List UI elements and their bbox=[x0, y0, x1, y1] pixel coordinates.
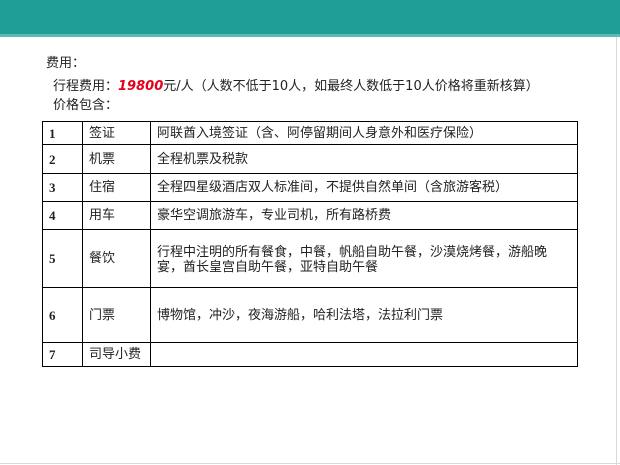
includes-heading: 价格包含： bbox=[53, 98, 119, 113]
table-row: 6 门票 博物馆，冲沙，夜海游船，哈利法塔，法拉利门票 bbox=[42, 287, 578, 343]
fee-line: 行程费用：19800元/人（人数不低于10人，如最终人数低于10人价格将重新核算… bbox=[53, 79, 539, 95]
table-row: 2 机票 全程机票及税款 bbox=[42, 144, 578, 174]
row-item: 用车 bbox=[82, 201, 151, 230]
slide-bottom-edge bbox=[0, 463, 620, 464]
row-number: 2 bbox=[42, 144, 83, 174]
row-item: 签证 bbox=[82, 121, 151, 145]
row-number: 6 bbox=[42, 287, 83, 343]
table-row: 1 签证 阿联酋入境签证（含、阿停留期间人身意外和医疗保险） bbox=[42, 121, 578, 145]
slide-right-edge bbox=[616, 37, 620, 465]
fee-heading: 费用： bbox=[46, 56, 86, 71]
row-detail: 全程四星级酒店双人标准间，不提供自然单间（含旅游客税） bbox=[150, 173, 578, 202]
fee-label: 行程费用： bbox=[53, 79, 119, 94]
table-row: 3 住宿 全程四星级酒店双人标准间，不提供自然单间（含旅游客税） bbox=[42, 173, 578, 202]
row-number: 4 bbox=[42, 201, 83, 230]
row-item: 门票 bbox=[82, 287, 151, 343]
row-number: 5 bbox=[42, 229, 83, 288]
table-row: 4 用车 豪华空调旅游车，专业司机，所有路桥费 bbox=[42, 201, 578, 230]
row-detail: 博物馆，冲沙，夜海游船，哈利法塔，法拉利门票 bbox=[150, 287, 578, 343]
fee-amount: 19800 bbox=[118, 79, 164, 94]
row-item: 餐饮 bbox=[82, 229, 151, 288]
row-item: 司导小费 bbox=[82, 342, 151, 367]
header-band bbox=[0, 0, 620, 37]
row-item: 住宿 bbox=[82, 173, 151, 202]
row-detail: 豪华空调旅游车，专业司机，所有路桥费 bbox=[150, 201, 578, 230]
table-row: 7 司导小费 bbox=[42, 342, 578, 367]
row-number: 7 bbox=[42, 342, 83, 367]
fee-note: 元/人（人数不低于10人，如最终人数低于10人价格将重新核算） bbox=[163, 79, 539, 94]
row-number: 3 bbox=[42, 173, 83, 202]
row-detail bbox=[150, 342, 578, 367]
row-detail: 阿联酋入境签证（含、阿停留期间人身意外和医疗保险） bbox=[150, 121, 578, 145]
row-number: 1 bbox=[42, 121, 83, 145]
table-row: 5 餐饮 行程中注明的所有餐食，中餐，帆船自助午餐，沙漠烧烤餐，游船晚宴，酋长皇… bbox=[42, 229, 578, 288]
row-item: 机票 bbox=[82, 144, 151, 174]
row-detail: 行程中注明的所有餐食，中餐，帆船自助午餐，沙漠烧烤餐，游船晚宴，酋长皇宫自助午餐… bbox=[150, 229, 578, 288]
row-detail: 全程机票及税款 bbox=[150, 144, 578, 174]
header-band-accent bbox=[0, 34, 620, 37]
price-includes-table: 1 签证 阿联酋入境签证（含、阿停留期间人身意外和医疗保险） 2 机票 全程机票… bbox=[42, 121, 578, 367]
